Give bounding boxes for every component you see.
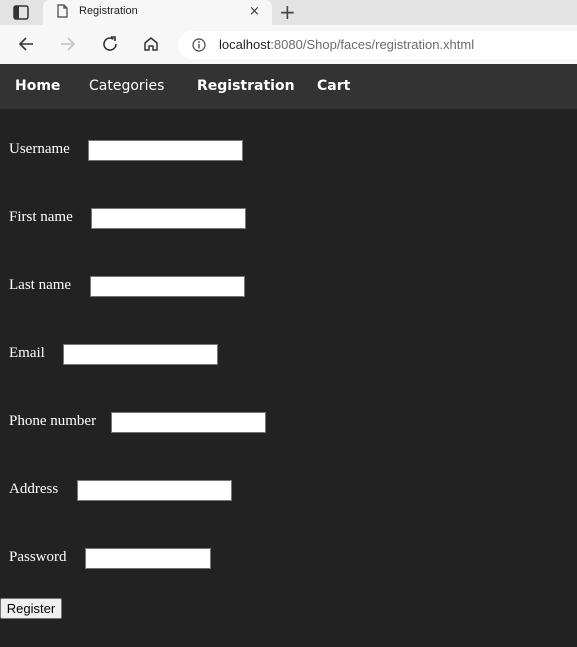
page-icon [57,4,68,18]
forward-arrow-icon[interactable] [59,35,77,53]
tab-title: Registration [79,5,138,17]
browser-toolbar: localhost:8080/Shop/faces/registration.x… [0,25,577,64]
phone-number-label: Phone number [9,413,97,429]
email-input[interactable] [63,344,218,365]
username-label: Username [9,141,70,157]
register-button[interactable]: Register [0,598,62,619]
url-text: localhost:8080/Shop/faces/registration.x… [219,37,474,52]
last-name-input[interactable] [90,276,245,297]
password-label: Password [9,549,67,565]
refresh-icon[interactable] [101,35,119,53]
nav-cart-link[interactable]: Cart [317,78,350,94]
address-input[interactable] [77,480,232,501]
url-path: :8080/Shop/faces/registration.xhtml [270,37,475,52]
username-input[interactable] [88,140,243,161]
first-name-label: First name [9,209,73,225]
email-label: Email [9,345,45,361]
nav-categories-link[interactable]: Categories [89,78,164,94]
site-nav: Home Categories Registration Cart [0,64,577,109]
address-bar[interactable]: localhost:8080/Shop/faces/registration.x… [178,31,577,59]
browser-tab[interactable]: Registration × [43,0,272,25]
password-input[interactable] [85,548,211,569]
back-arrow-icon[interactable] [17,35,35,53]
close-tab-icon[interactable]: × [249,4,260,20]
home-icon[interactable] [142,35,160,53]
first-name-input[interactable] [91,208,246,229]
address-label: Address [9,481,59,497]
nav-home-link[interactable]: Home [15,78,60,94]
info-icon[interactable] [192,38,206,52]
url-host: localhost [219,37,271,52]
browser-tab-strip: Registration × + [0,0,577,25]
tab-actions-icon[interactable] [13,5,29,20]
new-tab-icon[interactable]: + [279,1,296,23]
nav-registration-link[interactable]: Registration [197,78,295,94]
last-name-label: Last name [9,277,72,293]
phone-number-input[interactable] [111,412,266,433]
